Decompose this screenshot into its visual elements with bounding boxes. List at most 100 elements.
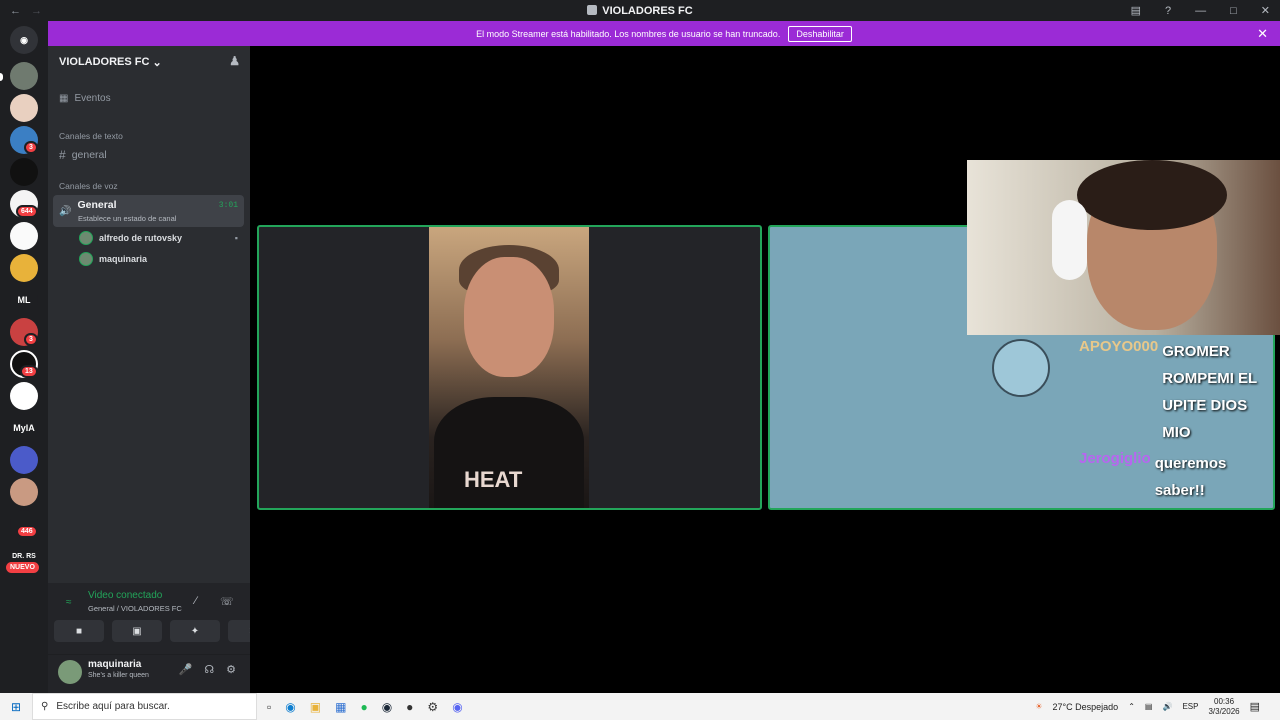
camera-icon: ▪ — [234, 233, 238, 243]
back-arrow-icon[interactable]: ← — [10, 5, 21, 17]
spotify-icon[interactable]: ● — [360, 700, 367, 714]
windows-start-icon[interactable]: ⊞ — [11, 700, 21, 714]
nav-buttons: ← → — [10, 5, 42, 17]
text-category-label: Canales de texto — [59, 131, 123, 141]
server-icon[interactable] — [10, 62, 38, 90]
discord-home-icon[interactable]: ◉ — [10, 26, 38, 54]
task-view-icon[interactable]: ▫ — [267, 700, 271, 714]
speaker-icon: 🔊 — [59, 205, 72, 217]
search-icon: ⚲ — [41, 701, 49, 712]
taskbar-apps: ▫ ◉ ▣ ▦ ● ◉ ● ⚙ ◉ — [267, 700, 463, 714]
headphones-icon[interactable]: ☊ — [204, 663, 214, 676]
avatar — [79, 252, 93, 266]
chevron-up-icon[interactable]: ⌃ — [1128, 702, 1135, 711]
events-item[interactable]: ▦ Eventos — [53, 89, 244, 107]
language-indicator[interactable]: ESP — [1182, 702, 1198, 711]
microphone-icon[interactable]: 🎤 — [179, 663, 193, 676]
video-tile[interactable]: HEAT — [257, 225, 762, 510]
maximize-button[interactable]: □ — [1230, 5, 1237, 17]
server-icon[interactable] — [10, 158, 38, 186]
voice-channel-status[interactable]: Establece un estado de canal — [78, 214, 176, 223]
minimize-button[interactable]: — — [1195, 5, 1206, 17]
server-ml[interactable]: ML — [10, 286, 38, 314]
explorer-icon[interactable]: ▣ — [310, 700, 321, 714]
server-myla[interactable]: MylA — [10, 414, 38, 442]
camera-off-button[interactable]: ■ — [54, 620, 104, 642]
webcam-headphones — [1052, 200, 1087, 280]
channel-label: general — [71, 149, 107, 161]
voice-member[interactable]: maquinaria — [53, 251, 244, 267]
calendar-icon: ▦ — [59, 92, 69, 104]
video-face — [464, 257, 554, 377]
server-icon[interactable] — [10, 222, 38, 250]
streamer-mode-banner: El modo Streamer está habilitado. Los no… — [48, 21, 1280, 46]
clock[interactable]: 00:36 3/3/2026 — [1208, 697, 1239, 717]
settings-icon[interactable]: ⚙ — [427, 700, 438, 714]
close-window-button[interactable]: ✕ — [1261, 4, 1270, 17]
guild-header[interactable]: VIOLADORES FC ⌄ ♟ — [48, 46, 250, 78]
mention-badge: 3 — [24, 141, 38, 154]
title-bar: ← → VIOLADORES FC ▤ ? — □ ✕ — [0, 0, 1280, 21]
video-shirt-text: HEAT — [464, 467, 523, 492]
add-member-icon[interactable]: ♟ — [229, 54, 240, 68]
new-badge: NUEVO — [6, 562, 39, 573]
volume-icon[interactable]: 🔊 — [1162, 702, 1172, 711]
forward-arrow-icon[interactable]: → — [31, 5, 42, 17]
store-icon[interactable]: ▦ — [335, 700, 346, 714]
window-controls: ▤ ? — □ ✕ — [1131, 0, 1270, 21]
server-icon[interactable] — [10, 478, 38, 506]
channel-general[interactable]: # general — [53, 146, 244, 164]
server-icon[interactable] — [10, 254, 38, 282]
close-icon[interactable]: ✕ — [1257, 26, 1268, 42]
voice-member[interactable]: alfredo de rutovsky ▪ — [53, 230, 244, 246]
taskbar-search[interactable]: ⚲ Escribe aquí para buscar. — [32, 693, 257, 720]
voice-connection-panel: ≈ Video conectado General / VIOLADORES F… — [48, 583, 278, 655]
system-tray: ☀ 27°C Despejado ⌃ ▤ 🔊 ESP 00:36 3/3/202… — [1035, 693, 1260, 720]
mention-badge: 13 — [20, 365, 38, 378]
voice-category[interactable]: Canales de voz — [53, 180, 244, 192]
network-icon[interactable]: ▤ — [1145, 702, 1153, 711]
windows-taskbar: ⊞ ⚲ Escribe aquí para buscar. ▫ ◉ ▣ ▦ ● … — [0, 693, 1280, 720]
help-icon[interactable]: ? — [1165, 5, 1171, 17]
mention-badge: 446 — [16, 525, 38, 538]
custom-status: She's a killer queen — [88, 672, 149, 679]
disable-streamer-button[interactable]: Deshabilitar — [788, 25, 852, 42]
steam-icon[interactable]: ◉ — [382, 700, 392, 714]
user-panel: maquinaria She's a killer queen 🎤 ☊ ⚙ — [48, 655, 250, 693]
edge-icon[interactable]: ◉ — [285, 700, 295, 714]
chat-avatar — [992, 339, 1050, 397]
notifications-icon[interactable]: ▤ — [1250, 700, 1260, 713]
settings-gear-icon[interactable]: ⚙ — [226, 663, 236, 676]
voice-timer: 3:01 — [218, 201, 238, 210]
weather-text[interactable]: 27°C Despejado — [1053, 702, 1119, 712]
participant-video: HEAT — [429, 227, 589, 508]
inbox-icon[interactable]: ▤ — [1131, 4, 1141, 17]
server-icon[interactable] — [10, 94, 38, 122]
activities-button[interactable]: ✦ — [170, 620, 220, 642]
unread-pill — [0, 73, 3, 81]
server-list: ◉ 3 644 ML 3 13 MylA 446 DR. RS NUEVO — [0, 21, 48, 693]
guild-name: VIOLADORES FC — [59, 56, 150, 68]
clock-time: 00:36 — [1214, 696, 1235, 706]
avatar — [79, 231, 93, 245]
mention-badge: 3 — [24, 333, 38, 346]
username[interactable]: maquinaria — [88, 659, 141, 670]
text-category[interactable]: Canales de texto — [53, 130, 244, 142]
avatar[interactable] — [58, 660, 82, 684]
server-icon[interactable] — [10, 382, 38, 410]
noise-suppression-icon[interactable]: ∕ — [195, 595, 197, 607]
chat-text: queremos saber!! — [1154, 455, 1227, 499]
screen-share-button[interactable]: ▣ — [112, 620, 162, 642]
app-icon[interactable]: ● — [406, 700, 413, 714]
chat-message: Jerogiglio queremos saber!! — [1079, 450, 1279, 504]
member-name: alfredo de rutovsky — [99, 233, 183, 243]
voice-status[interactable]: Video conectado — [88, 590, 162, 601]
hash-icon: # — [59, 148, 66, 162]
discord-icon[interactable]: ◉ — [452, 700, 462, 714]
webcam-hair — [1077, 160, 1227, 230]
voice-channel-general[interactable]: 🔊 General Establece un estado de canal 3… — [53, 195, 244, 227]
voice-category-label: Canales de voz — [59, 181, 118, 191]
server-icon[interactable] — [10, 446, 38, 474]
weather-icon[interactable]: ☀ — [1035, 702, 1042, 711]
disconnect-icon[interactable]: ☏ — [220, 595, 234, 608]
